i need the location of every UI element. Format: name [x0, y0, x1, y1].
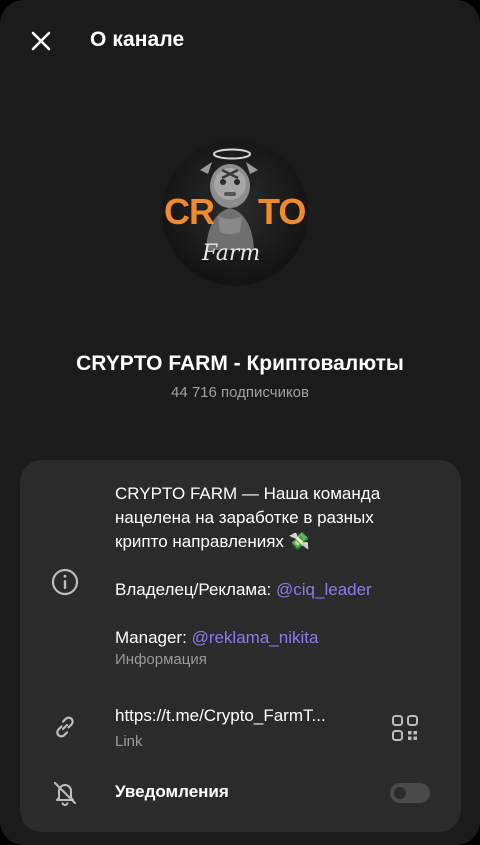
channel-description: CRYPTO FARM — Наша команда нацелена на з… [115, 482, 445, 670]
owner-mention-link[interactable]: @ciq_leader [276, 580, 372, 599]
link-icon [50, 712, 80, 742]
qr-code-button[interactable] [390, 713, 420, 743]
owner-line: Владелец/Реклама: @ciq_leader [115, 578, 445, 602]
link-label: Link [115, 733, 143, 750]
bell-off-icon [50, 778, 80, 808]
info-card: CRYPTO FARM — Наша команда нацелена на з… [20, 460, 461, 832]
channel-logo: CR TO Farm [164, 148, 306, 266]
channel-info-sheet: О канале CR TO Farm CRYPTO FARM - Крипто [0, 0, 480, 845]
notifications-label: Уведомления [115, 782, 229, 801]
manager-line: Manager: @reklama_nikita [115, 626, 445, 650]
info-section-label: Информация [115, 651, 207, 668]
notifications-toggle[interactable] [390, 783, 430, 803]
description-line: нацелена на заработке в разных [115, 508, 374, 527]
description-line: CRYPTO FARM — Наша команда [115, 484, 381, 503]
toggle-knob [392, 785, 408, 801]
svg-text:TO: TO [258, 191, 305, 232]
description-line: крипто направлениях 💸 [115, 532, 310, 551]
qr-code-icon [392, 715, 418, 741]
svg-text:Farm: Farm [201, 241, 260, 266]
info-icon [50, 567, 80, 597]
header: О канале [0, 0, 480, 84]
close-icon [31, 31, 51, 51]
subscriber-count: 44 716 подписчиков [170, 384, 309, 401]
channel-avatar[interactable]: CR TO Farm [162, 140, 308, 286]
close-button[interactable] [22, 22, 60, 60]
page-title: О канале [90, 28, 185, 51]
channel-name: CRYPTO FARM - Криптовалюты [76, 352, 404, 375]
manager-label: Manager: [115, 628, 187, 647]
owner-label: Владелец/Реклама: [115, 580, 272, 599]
channel-link[interactable]: https://t.me/Crypto_FarmT... [115, 706, 326, 726]
manager-mention-link[interactable]: @reklama_nikita [192, 628, 319, 647]
svg-text:CR: CR [164, 191, 215, 232]
